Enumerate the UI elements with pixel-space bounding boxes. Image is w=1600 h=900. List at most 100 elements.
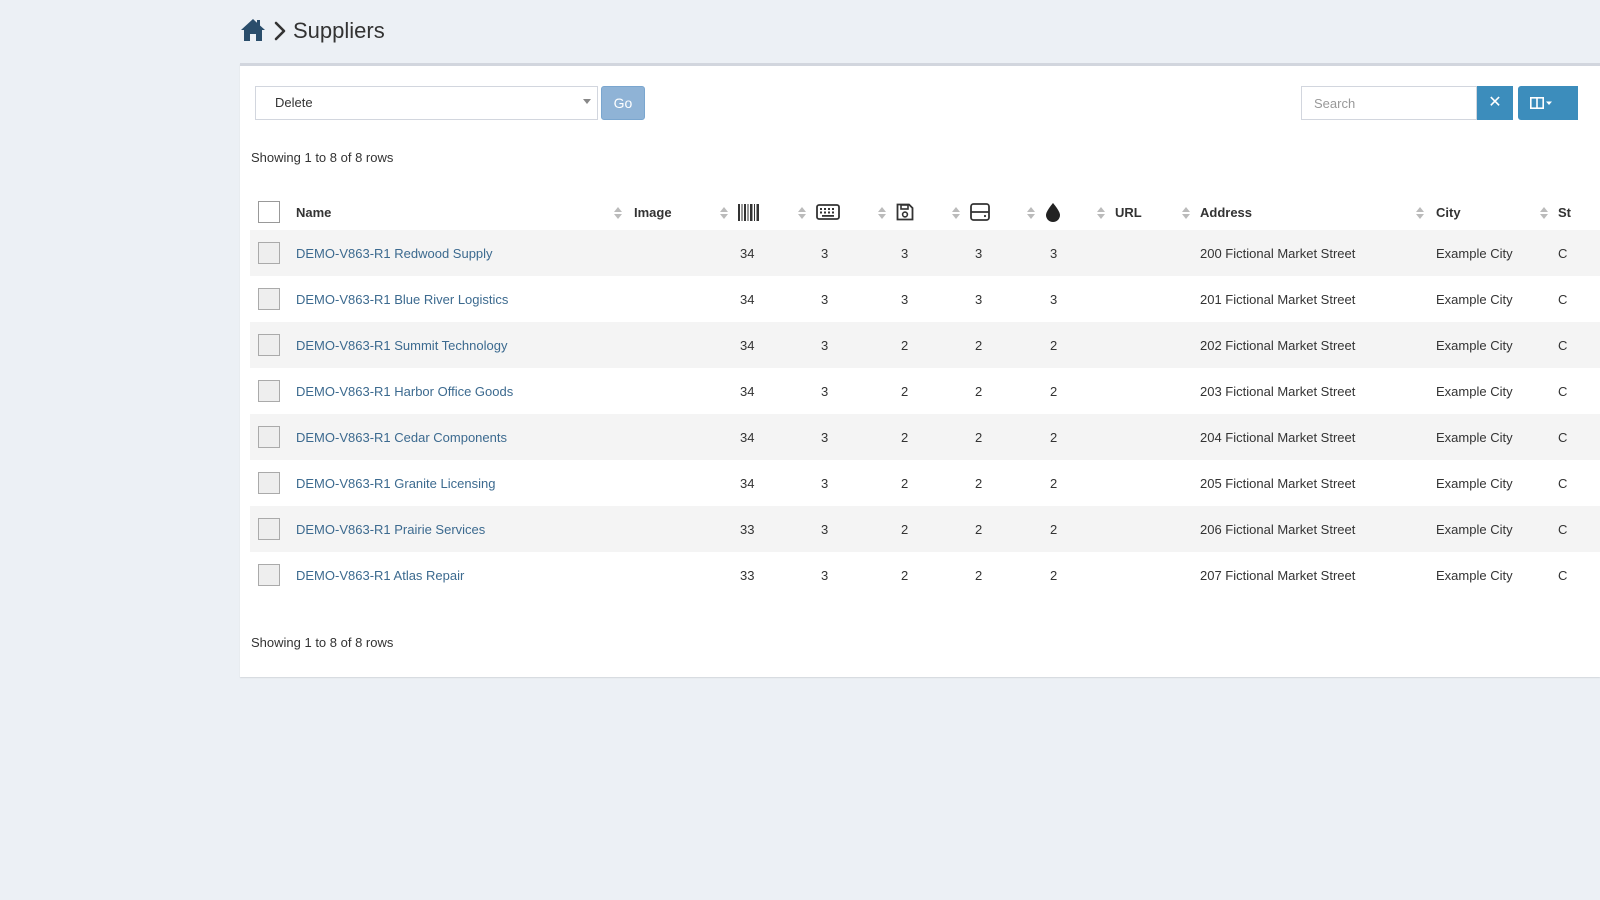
components-count: 2 [975, 337, 983, 353]
accessories-count: 3 [821, 245, 829, 261]
licenses-count: 2 [901, 567, 909, 583]
pagination-info-bottom: Showing 1 to 8 of 8 rows [251, 635, 394, 650]
assets-count: 34 [740, 291, 755, 307]
supplier-name-link[interactable]: DEMO-V863-R1 Prairie Services [296, 522, 485, 537]
column-header-assets[interactable] [738, 194, 816, 230]
supplier-address: 207 Fictional Market Street [1200, 567, 1356, 583]
licenses-count: 2 [901, 383, 909, 399]
components-count: 2 [975, 567, 983, 583]
search-input[interactable] [1301, 86, 1477, 120]
supplier-city: Example City [1436, 567, 1513, 583]
supplier-name-link[interactable]: DEMO-V863-R1 Cedar Components [296, 430, 507, 445]
sort-icon [1097, 207, 1105, 219]
supplier-name-link[interactable]: DEMO-V863-R1 Redwood Supply [296, 246, 493, 261]
table-row[interactable]: DEMO-V863-R1 Summit Technology 34 3 2 2 2 202 … [250, 322, 1600, 368]
column-header-components[interactable] [970, 194, 1045, 230]
sort-icon [952, 207, 960, 219]
table-row[interactable]: DEMO-V863-R1 Atlas Repair 33 3 2 2 2 207 Ficti… [250, 552, 1600, 598]
supplier-image-cell [634, 414, 738, 460]
table-row[interactable]: DEMO-V863-R1 Granite Licensing 34 3 2 2 2 205 … [250, 460, 1600, 506]
supplier-image-cell [634, 552, 738, 598]
chevron-right-icon [273, 20, 287, 42]
supplier-url [1115, 460, 1200, 506]
table-row[interactable]: DEMO-V863-R1 Blue River Logistics 34 3 3 3 3 2… [250, 276, 1600, 322]
pagination-info-top: Showing 1 to 8 of 8 rows [251, 150, 394, 165]
select-all-checkbox[interactable] [258, 201, 280, 223]
column-header-state[interactable]: St [1558, 194, 1600, 230]
table-row[interactable]: DEMO-V863-R1 Redwood Supply 34 3 3 3 3 200 Fic… [250, 230, 1600, 276]
row-checkbox[interactable] [258, 472, 280, 494]
supplier-url [1115, 230, 1200, 276]
consumables-count: 3 [1050, 291, 1058, 307]
bulk-action-select[interactable]: Delete [255, 86, 598, 120]
supplier-state: C [1558, 245, 1568, 261]
home-icon[interactable] [240, 18, 266, 44]
supplier-name-link[interactable]: DEMO-V863-R1 Blue River Logistics [296, 292, 508, 307]
row-checkbox[interactable] [258, 242, 280, 264]
supplier-image-cell [634, 506, 738, 552]
supplier-city: Example City [1436, 337, 1513, 353]
column-header-city[interactable]: City [1436, 194, 1558, 230]
table-row[interactable]: DEMO-V863-R1 Prairie Services 33 3 2 2 2 206 F… [250, 506, 1600, 552]
licenses-count: 2 [901, 337, 909, 353]
close-icon: ✕ [1488, 94, 1502, 111]
supplier-state: C [1558, 291, 1568, 307]
supplier-image-cell [634, 368, 738, 414]
consumables-count: 2 [1050, 521, 1058, 537]
tint-drop-icon [1046, 203, 1060, 222]
row-checkbox[interactable] [258, 518, 280, 540]
assets-count: 34 [740, 245, 755, 261]
supplier-image-cell [634, 460, 738, 506]
row-checkbox[interactable] [258, 380, 280, 402]
supplier-url [1115, 506, 1200, 552]
go-button[interactable]: Go [601, 86, 645, 120]
supplier-address: 204 Fictional Market Street [1200, 429, 1356, 445]
table-row[interactable]: DEMO-V863-R1 Cedar Components 34 3 2 2 2 204 F… [250, 414, 1600, 460]
supplier-address: 200 Fictional Market Street [1200, 245, 1356, 261]
components-count: 2 [975, 521, 983, 537]
column-header-image[interactable]: Image [634, 194, 738, 230]
hard-drive-icon [970, 203, 990, 221]
accessories-count: 3 [821, 383, 829, 399]
sort-icon [1027, 207, 1035, 219]
sort-icon [1540, 207, 1548, 219]
supplier-city: Example City [1436, 521, 1513, 537]
supplier-name-link[interactable]: DEMO-V863-R1 Granite Licensing [296, 476, 495, 491]
column-header-consumables[interactable] [1045, 194, 1115, 230]
supplier-name-link[interactable]: DEMO-V863-R1 Summit Technology [296, 338, 507, 353]
supplier-url [1115, 414, 1200, 460]
column-header-accessories[interactable] [816, 194, 896, 230]
keyboard-icon [816, 204, 840, 221]
supplier-city: Example City [1436, 429, 1513, 445]
supplier-city: Example City [1436, 383, 1513, 399]
supplier-address: 202 Fictional Market Street [1200, 337, 1356, 353]
accessories-count: 3 [821, 567, 829, 583]
floppy-disk-icon [896, 203, 914, 221]
column-header-licenses[interactable] [896, 194, 970, 230]
table-row[interactable]: DEMO-V863-R1 Harbor Office Goods 34 3 2 2 2 20… [250, 368, 1600, 414]
supplier-name-link[interactable]: DEMO-V863-R1 Harbor Office Goods [296, 384, 513, 399]
components-count: 2 [975, 475, 983, 491]
column-header-url[interactable]: URL [1115, 194, 1200, 230]
row-checkbox[interactable] [258, 288, 280, 310]
columns-toggle-button[interactable] [1518, 86, 1578, 120]
consumables-count: 2 [1050, 429, 1058, 445]
clear-search-button[interactable]: ✕ [1477, 86, 1513, 120]
column-header-address[interactable]: Address [1200, 194, 1436, 230]
row-checkbox[interactable] [258, 334, 280, 356]
supplier-name-link[interactable]: DEMO-V863-R1 Atlas Repair [296, 568, 464, 583]
sort-icon [878, 207, 886, 219]
row-checkbox[interactable] [258, 426, 280, 448]
supplier-city: Example City [1436, 291, 1513, 307]
consumables-count: 2 [1050, 337, 1058, 353]
column-header-name[interactable]: Name [296, 194, 634, 230]
barcode-icon [738, 203, 759, 221]
supplier-url [1115, 552, 1200, 598]
components-count: 3 [975, 291, 983, 307]
row-checkbox[interactable] [258, 564, 280, 586]
supplier-address: 201 Fictional Market Street [1200, 291, 1356, 307]
consumables-count: 2 [1050, 383, 1058, 399]
supplier-state: C [1558, 475, 1568, 491]
components-count: 2 [975, 383, 983, 399]
consumables-count: 2 [1050, 475, 1058, 491]
